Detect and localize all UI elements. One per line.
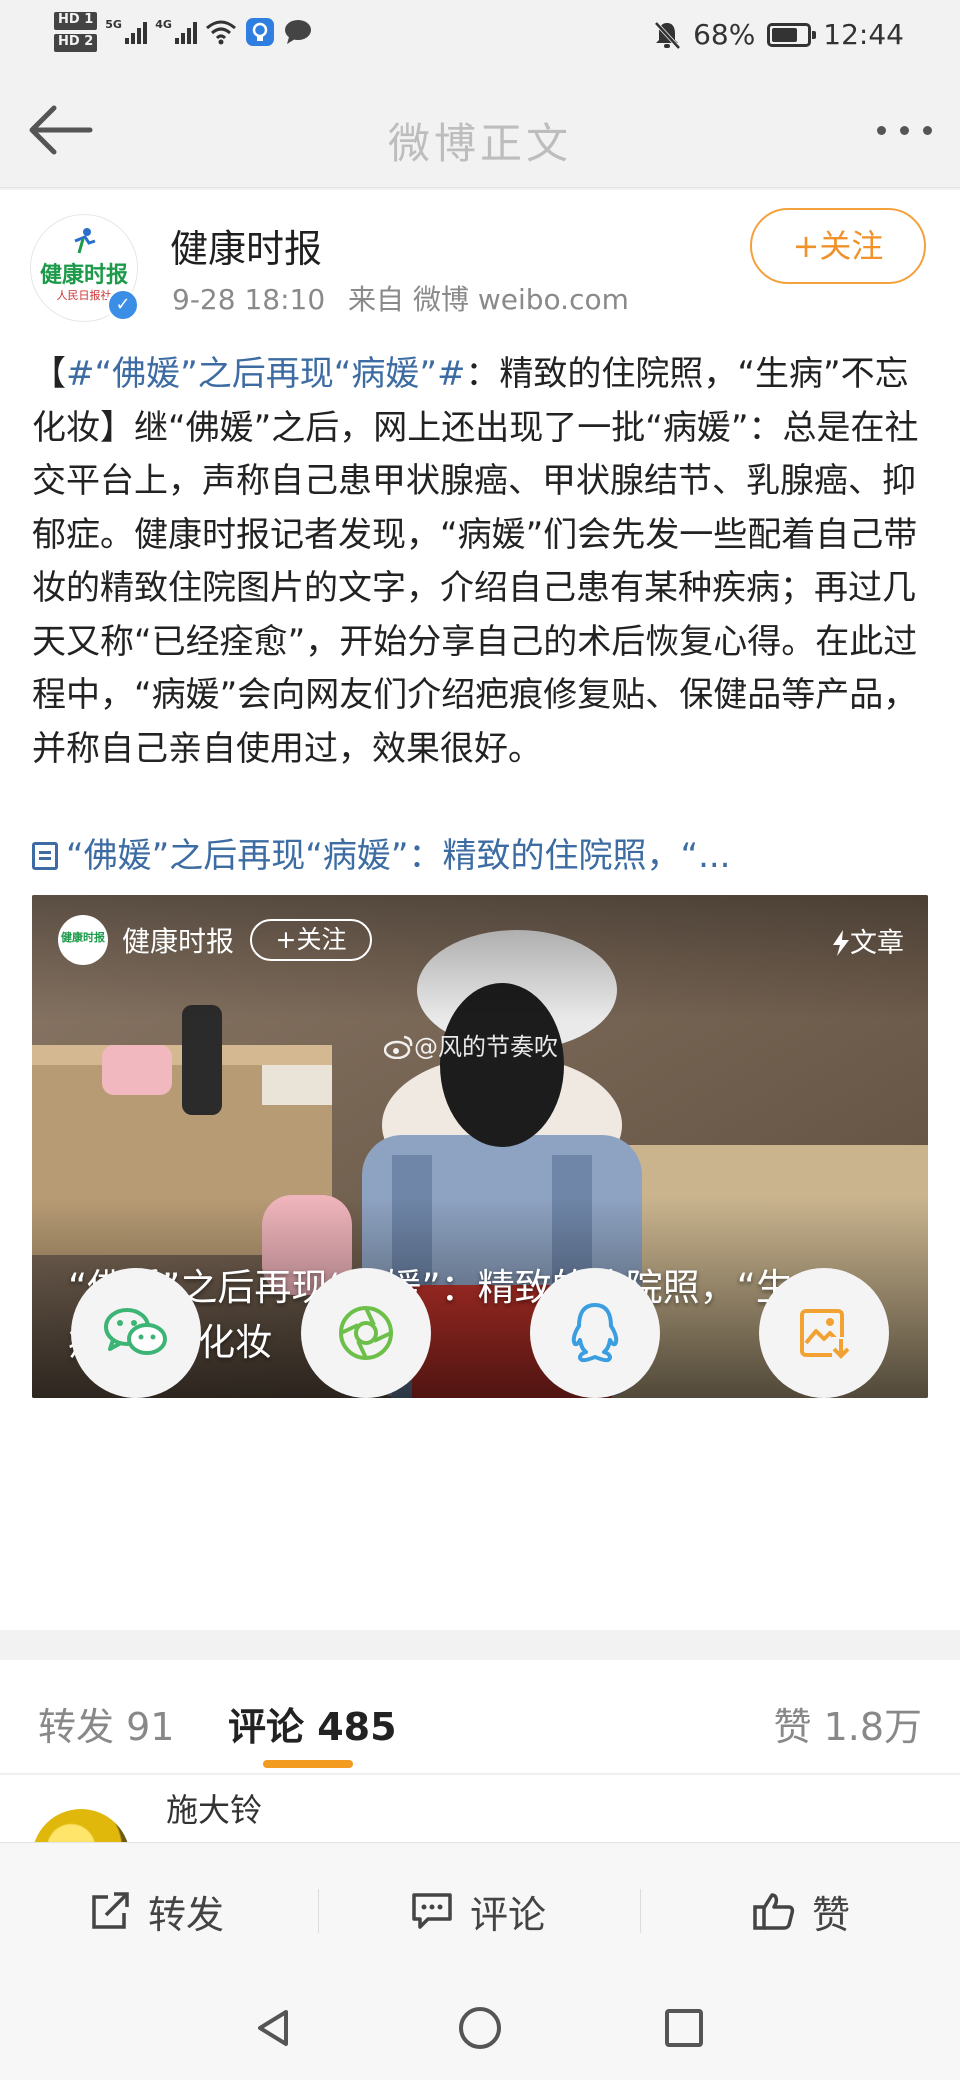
verified-badge-icon: ✓ <box>106 288 140 322</box>
status-left: HD 1 HD 2 5G 4G <box>54 12 313 52</box>
sim-indicators: HD 1 HD 2 <box>54 12 98 52</box>
share-wechat-button[interactable] <box>71 1268 201 1398</box>
lightning-icon <box>833 930 849 956</box>
repost-label: 转发 <box>148 1892 225 1937</box>
thumbs-up-icon <box>753 1893 795 1930</box>
divider <box>318 1889 319 1933</box>
nav-home-icon[interactable] <box>457 2005 503 2051</box>
network-type-1: 5G <box>105 18 122 31</box>
share-qq-button[interactable] <box>530 1268 660 1398</box>
more-dot <box>900 126 909 135</box>
author-name[interactable]: 健康时报 <box>170 218 322 273</box>
more-dot <box>877 126 886 135</box>
card-author-name: 健康时报 <box>122 925 235 958</box>
bottom-action-bar: 转发 评论 赞 <box>0 1842 960 1978</box>
sim1-badge: HD 1 <box>54 12 98 30</box>
bracket-open: 【 <box>32 354 66 394</box>
moments-icon <box>339 1306 393 1360</box>
post-body: 【#“佛媛”之后再现“病媛”#：精致的住院照，“生病”不忘化妆】继“佛媛”之后，… <box>32 348 932 776</box>
avatar-logo-text: 健康时报 <box>39 262 128 288</box>
post-source: 来自 微博 weibo.com <box>348 283 629 316</box>
navigation-bar: 微博正文 <box>0 70 960 188</box>
weibo-logo-icon <box>383 1035 413 1060</box>
post-body-text: ：精致的住院照，“生病”不忘化妆】继“佛媛”之后，网上还出现了一批“病媛”：总是… <box>32 354 919 769</box>
hashtag-link[interactable]: #“佛媛”之后再现“病媛”# <box>66 354 465 394</box>
interaction-tabs: 转发 91 评论 485 赞 1.8万 <box>0 1660 960 1774</box>
commenter-name[interactable]: 施大铃 <box>166 1785 262 1831</box>
wechat-icon <box>104 1308 167 1355</box>
comment-item[interactable]: 施大铃 <box>0 1775 960 1845</box>
repost-button[interactable]: 转发 <box>88 1843 224 1979</box>
image-watermark: @风的节奏吹 <box>383 1027 558 1062</box>
tab-comment[interactable]: 评论 485 <box>228 1696 397 1751</box>
follow-button[interactable]: +关注 <box>750 208 926 284</box>
post-card: 健康时报 人民日报社 ✓ 健康时报 9-28 18:10 来自 微博 weibo… <box>0 190 960 1630</box>
qq-icon <box>571 1303 619 1363</box>
like-button[interactable]: 赞 <box>752 1843 850 1979</box>
save-image-icon <box>800 1309 850 1359</box>
card-type-text: 文章 <box>850 928 904 959</box>
bell-muted-icon <box>654 21 681 49</box>
share-moments-button[interactable] <box>301 1268 431 1398</box>
commenter-avatar[interactable] <box>32 1809 130 1845</box>
share-out-icon <box>92 1892 129 1929</box>
article-link[interactable]: “佛媛”之后再现“病媛”：精致的住院照，“... <box>32 830 932 883</box>
system-navigation-bar <box>0 1978 960 2080</box>
comment-button[interactable]: 评论 <box>410 1843 546 1979</box>
nav-back-icon[interactable] <box>252 2006 296 2050</box>
more-button[interactable] <box>877 126 932 135</box>
like-label: 赞 <box>812 1892 851 1937</box>
card-avatar: 健康时报 <box>58 915 108 965</box>
tab-repost[interactable]: 转发 91 <box>38 1696 174 1751</box>
post-time: 9-28 18:10 <box>172 283 326 316</box>
runner-logo-icon <box>74 228 96 254</box>
battery-icon <box>767 22 817 47</box>
card-follow-button[interactable]: +关注 <box>250 919 373 961</box>
share-row <box>0 1268 960 1398</box>
status-right: 68% 12:44 <box>653 18 904 51</box>
bulb-notification-icon <box>246 18 275 46</box>
clock: 12:44 <box>823 18 904 51</box>
active-tab-indicator <box>263 1760 353 1768</box>
comment-icon <box>412 1893 452 1929</box>
tab-like[interactable]: 赞 1.8万 <box>773 1696 922 1751</box>
save-image-button[interactable] <box>759 1268 889 1398</box>
sim2-badge: HD 2 <box>54 34 98 52</box>
watermark-text: @风的节奏吹 <box>414 1033 558 1061</box>
signal-2-icon: 4G <box>155 18 198 44</box>
article-icon <box>32 842 58 870</box>
article-link-text: “佛媛”之后再现“病媛”：精致的住院照，“... <box>66 836 731 876</box>
wifi-icon <box>206 20 237 45</box>
comment-label: 评论 <box>470 1892 547 1937</box>
post-meta: 9-28 18:10 来自 微博 weibo.com <box>172 278 643 318</box>
card-type-label: 文章 <box>832 921 904 960</box>
battery-percent: 68% <box>693 18 756 51</box>
message-notification-icon <box>285 20 312 44</box>
nav-recents-icon[interactable] <box>663 2007 705 2049</box>
card-avatar-text: 健康时报 <box>61 931 105 944</box>
status-bar: HD 1 HD 2 5G 4G 68% 12:44 <box>0 0 960 70</box>
page-title: 微博正文 <box>387 119 572 168</box>
card-header: 健康时报 健康时报 +关注 <box>32 895 928 985</box>
network-type-2: 4G <box>155 18 172 31</box>
divider <box>640 1889 641 1933</box>
signal-1-icon: 5G <box>105 18 148 44</box>
more-dot <box>923 126 932 135</box>
